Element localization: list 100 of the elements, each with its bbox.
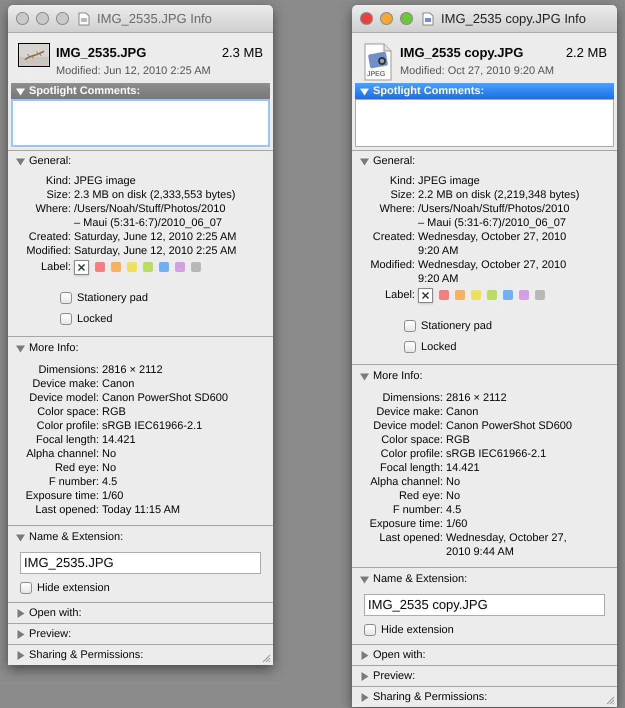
section-title[interactable]: Preview: [29, 626, 72, 642]
section-title[interactable]: General: [29, 152, 72, 170]
field-value: sRGB IEC61966-2.1 [102, 418, 202, 432]
resize-grip-icon[interactable] [605, 695, 615, 705]
label-swatch[interactable] [175, 262, 185, 272]
label-swatch[interactable] [439, 290, 449, 300]
file-size: 2.3 MB [222, 44, 263, 62]
name-field[interactable]: IMG_2535.JPG [20, 552, 261, 574]
close-button[interactable] [16, 12, 29, 25]
disclosure-triangle-right-icon[interactable] [16, 608, 25, 618]
disclosure-triangle-down-icon[interactable] [360, 86, 369, 96]
minimize-button[interactable] [36, 12, 49, 25]
section-title[interactable]: More Info: [29, 340, 79, 357]
label-swatch[interactable] [471, 290, 481, 300]
close-button[interactable] [360, 12, 373, 25]
disclosure-triangle-down-icon[interactable] [360, 372, 369, 381]
minimize-button[interactable] [380, 12, 393, 25]
name-field[interactable]: IMG_2535 copy.JPG [364, 594, 605, 616]
zoom-button[interactable] [56, 12, 69, 25]
field-value: JPEG image [74, 174, 136, 188]
label-swatch[interactable] [143, 262, 153, 272]
field-value: RGB [446, 432, 470, 446]
section-title[interactable]: Name & Extension: [373, 571, 468, 588]
checkbox-label: Locked [421, 340, 456, 355]
disclosure-triangle-right-icon[interactable] [360, 650, 369, 660]
label-swatch[interactable] [503, 290, 513, 300]
field-label: Device model: [372, 418, 444, 432]
field-label: Focal length: [379, 460, 444, 474]
field-value: Wednesday, October 27, 2010 9:20 AM [418, 258, 566, 286]
field-value: No [446, 474, 460, 488]
field-value: Today 11:15 AM [102, 502, 180, 516]
label-swatch[interactable] [95, 262, 105, 272]
field-value: RGB [102, 404, 126, 418]
field-label: Device make: [375, 404, 444, 418]
section-title[interactable]: Spotlight Comments: [373, 82, 484, 100]
field-label: Last opened: [34, 502, 100, 516]
field-label: Alpha channel: [369, 474, 444, 488]
disclosure-triangle-down-icon[interactable] [360, 156, 369, 166]
section-title[interactable]: More Info: [373, 368, 423, 385]
section-title[interactable]: Sharing & Permissions: [29, 646, 144, 664]
field-label: Alpha channel: [25, 446, 100, 460]
checkbox-label: Hide extension [37, 580, 110, 596]
field-label: Exposure time: [368, 516, 444, 530]
no-label-x-icon[interactable] [418, 288, 433, 303]
field-label: Last opened: [378, 530, 444, 546]
disclosure-triangle-down-icon[interactable] [16, 344, 25, 353]
comments-field[interactable] [11, 99, 270, 147]
field-label: Created: [28, 230, 72, 244]
disclosure-triangle-right-icon[interactable] [360, 672, 369, 680]
label-swatch[interactable] [519, 290, 529, 300]
checkbox[interactable] [60, 292, 72, 304]
field-label: Label: [40, 260, 72, 275]
field-value: Saturday, June 12, 2010 2:25 AM [74, 230, 236, 244]
field-value: Saturday, June 12, 2010 2:25 AM [74, 244, 236, 258]
section-title[interactable]: Name & Extension: [29, 529, 124, 546]
label-swatch[interactable] [455, 290, 465, 300]
checkbox[interactable] [404, 320, 416, 332]
document-icon [78, 12, 90, 26]
document-icon [422, 12, 434, 26]
file-size: 2.2 MB [566, 44, 607, 62]
section-title[interactable]: Preview: [373, 668, 416, 684]
field-value: Wednesday, October 27, 2010 9:20 AM [418, 230, 566, 258]
field-label: Size: [390, 188, 416, 202]
modified-date: Modified: Jun 12, 2010 2:25 AM [56, 64, 212, 78]
field-label: Color space: [36, 404, 100, 418]
field-value: /Users/Noah/Stuff/Photos/2010 – Maui (5:31-6:7)/2010_06_07 [418, 202, 570, 230]
field-label: Where: [34, 202, 72, 217]
field-label: Color space: [380, 432, 444, 446]
comments-field[interactable] [355, 99, 614, 147]
section-title[interactable]: Open with: [29, 604, 82, 622]
disclosure-triangle-right-icon[interactable] [16, 630, 25, 638]
disclosure-triangle-down-icon[interactable] [16, 533, 25, 542]
label-swatch[interactable] [191, 262, 201, 272]
zoom-button[interactable] [400, 12, 413, 25]
label-swatch[interactable] [159, 262, 169, 272]
disclosure-triangle-right-icon[interactable] [360, 692, 369, 702]
field-label: Device make: [31, 376, 100, 390]
checkbox[interactable] [404, 341, 416, 354]
disclosure-triangle-right-icon[interactable] [16, 650, 25, 660]
disclosure-triangle-down-icon[interactable] [360, 575, 369, 584]
section-title[interactable]: Spotlight Comments: [29, 82, 140, 100]
checkbox[interactable] [20, 582, 32, 594]
disclosure-triangle-down-icon[interactable] [16, 86, 25, 96]
field-value: 2.3 MB on disk (2,333,553 bytes) [74, 188, 236, 202]
checkbox[interactable] [364, 624, 376, 636]
modified-date: Modified: Oct 27, 2010 9:20 AM [400, 64, 556, 78]
label-swatch[interactable] [535, 290, 545, 300]
label-swatch[interactable] [487, 290, 497, 300]
label-swatch[interactable] [111, 262, 121, 272]
no-label-x-icon[interactable] [74, 260, 89, 275]
section-title[interactable]: Sharing & Permissions: [373, 688, 488, 706]
disclosure-triangle-down-icon[interactable] [16, 156, 25, 166]
section-title[interactable]: General: [373, 152, 416, 170]
checkbox[interactable] [60, 313, 72, 326]
section-title[interactable]: Open with: [373, 646, 426, 664]
field-value: Canon [102, 376, 134, 390]
label-swatch[interactable] [127, 262, 137, 272]
field-label: Size: [46, 188, 72, 202]
field-label: Created: [372, 230, 416, 245]
resize-grip-icon[interactable] [261, 653, 271, 663]
